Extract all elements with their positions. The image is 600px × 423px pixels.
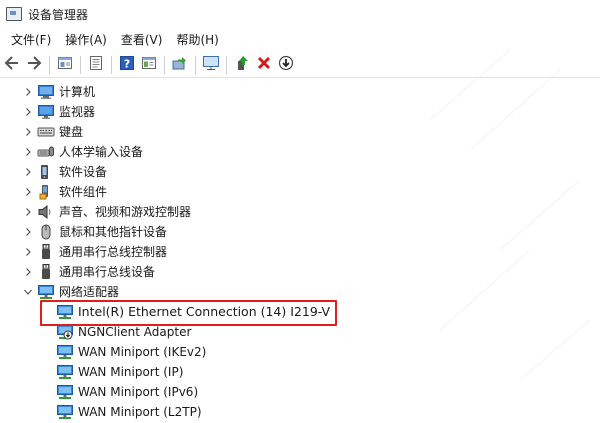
tree-item[interactable]: 键盘 — [0, 122, 600, 142]
chevron-right-icon[interactable] — [22, 166, 34, 178]
update-driver-icon — [171, 55, 189, 74]
tree-item-label: 通用串行总线设备 — [59, 265, 156, 279]
chevron-right-icon[interactable] — [22, 126, 34, 138]
view-icon — [141, 55, 157, 74]
enable-device-icon — [234, 55, 250, 74]
chevron-right-icon[interactable] — [22, 106, 34, 118]
network-adapter-icon — [56, 364, 74, 380]
enable-device-button[interactable] — [231, 54, 253, 76]
view-button[interactable] — [138, 54, 160, 76]
tree-item[interactable]: 人体学输入设备 — [0, 142, 600, 162]
monitor-icon — [37, 104, 55, 120]
menu-file[interactable]: 文件(F) — [4, 29, 58, 51]
tree-item-label: WAN Miniport (L2TP) — [78, 405, 202, 419]
tree-item[interactable]: 软件设备 — [0, 162, 600, 182]
tree-item[interactable]: WAN Miniport (IP) — [0, 362, 600, 382]
monitor-scan-icon — [202, 55, 220, 74]
properties-icon — [57, 55, 73, 74]
network-adapter-icon — [56, 344, 74, 360]
tree-item[interactable]: 网络适配器 — [0, 282, 600, 302]
toolbar-separator — [226, 55, 227, 74]
chevron-right-icon[interactable] — [22, 146, 34, 158]
download-arrow-icon — [278, 55, 294, 74]
keyboard-icon — [37, 124, 55, 140]
network-adapter-download-icon — [56, 324, 74, 340]
software-component-icon — [37, 184, 55, 200]
svg-text:?: ? — [124, 58, 130, 71]
forward-arrow-icon — [25, 55, 43, 74]
toolbar-separator — [80, 55, 81, 74]
tree-item-label: 软件组件 — [59, 185, 108, 199]
tree-item[interactable]: 软件组件 — [0, 182, 600, 202]
tree-item[interactable]: 监视器 — [0, 102, 600, 122]
usb-icon — [37, 264, 55, 280]
properties-button[interactable] — [54, 54, 76, 76]
device-manager-icon — [6, 7, 22, 21]
chevron-right-icon[interactable] — [22, 246, 34, 258]
tree-item[interactable]: 通用串行总线控制器 — [0, 242, 600, 262]
tree-item-label: 网络适配器 — [59, 285, 120, 299]
chevron-right-icon[interactable] — [22, 86, 34, 98]
chevron-right-icon[interactable] — [22, 186, 34, 198]
hid-icon — [37, 144, 55, 160]
chevron-right-icon[interactable] — [22, 206, 34, 218]
tree-item-label: 通用串行总线控制器 — [59, 245, 168, 259]
network-adapter-icon — [37, 284, 55, 300]
forward-arrow-button[interactable] — [23, 54, 45, 76]
help-icon: ? — [119, 55, 135, 74]
tree-item[interactable]: WAN Miniport (L2TP) — [0, 402, 600, 422]
update-driver-button[interactable] — [169, 54, 191, 76]
chevron-right-icon[interactable] — [22, 226, 34, 238]
tree-item-label: WAN Miniport (IPv6) — [78, 385, 199, 399]
menu-action[interactable]: 操作(A) — [58, 29, 114, 51]
tree-item[interactable]: 计算机 — [0, 82, 600, 102]
toolbar-separator — [164, 55, 165, 74]
tree-item-label: WAN Miniport (IP) — [78, 365, 184, 379]
tree-item-label: 计算机 — [59, 85, 96, 99]
menu-view[interactable]: 查看(V) — [114, 29, 170, 51]
speaker-icon — [37, 204, 55, 220]
tree-item[interactable]: 声音、视频和游戏控制器 — [0, 202, 600, 222]
uninstall-device-icon — [256, 55, 272, 74]
chevron-down-icon[interactable] — [22, 286, 34, 298]
highlight-box — [40, 300, 337, 326]
back-arrow-icon — [3, 55, 21, 74]
toolbar-separator — [195, 55, 196, 74]
tree-item-label: 软件设备 — [59, 165, 108, 179]
network-adapter-icon — [56, 404, 74, 420]
tree-item-label: 声音、视频和游戏控制器 — [59, 205, 192, 219]
back-arrow-button[interactable] — [1, 54, 23, 76]
usb-icon — [37, 244, 55, 260]
details-icon — [88, 55, 104, 74]
tree-item[interactable]: WAN Miniport (IKEv2) — [0, 342, 600, 362]
title-bar: 设备管理器 — [0, 0, 600, 28]
menu-bar: 文件(F) 操作(A) 查看(V) 帮助(H) — [0, 28, 600, 52]
device-tree: 计算机监视器键盘人体学输入设备 软件设备软件组件声音、视频和游戏控制器 鼠标和其他指… — [0, 80, 600, 423]
software-device-icon — [37, 164, 55, 180]
monitor-scan-button[interactable] — [200, 54, 222, 76]
menu-help[interactable]: 帮助(H) — [169, 29, 225, 51]
computer-icon — [37, 84, 55, 100]
tree-item[interactable]: WAN Miniport (IPv6) — [0, 382, 600, 402]
toolbar: ? — [0, 52, 600, 78]
toolbar-separator — [49, 55, 50, 74]
tree-item-label: 键盘 — [59, 125, 84, 139]
help-button[interactable]: ? — [116, 54, 138, 76]
uninstall-device-button[interactable] — [253, 54, 275, 76]
tree-item[interactable]: 鼠标和其他指针设备 — [0, 222, 600, 242]
tree-item-label: 监视器 — [59, 105, 96, 119]
window-title: 设备管理器 — [28, 7, 89, 22]
mouse-icon — [37, 224, 55, 240]
tree-item-label: WAN Miniport (IKEv2) — [78, 345, 207, 359]
tree-item[interactable]: 通用串行总线设备 — [0, 262, 600, 282]
details-button[interactable] — [85, 54, 107, 76]
download-arrow-button[interactable] — [275, 54, 297, 76]
tree-item-label: 鼠标和其他指针设备 — [59, 225, 168, 239]
toolbar-separator — [111, 55, 112, 74]
network-adapter-icon — [56, 384, 74, 400]
chevron-right-icon[interactable] — [22, 266, 34, 278]
tree-item-label: 人体学输入设备 — [59, 145, 144, 159]
